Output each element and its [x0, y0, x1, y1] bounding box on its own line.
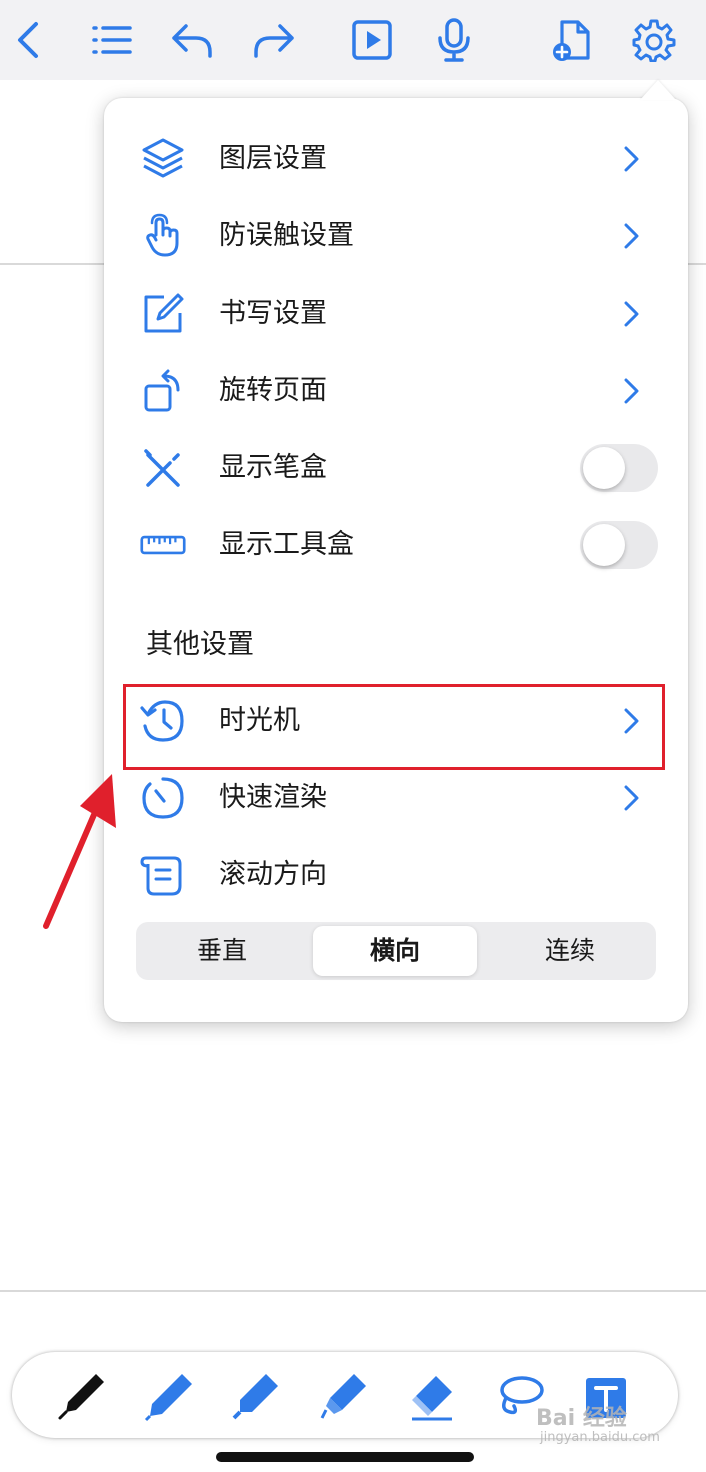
edit-square-icon	[138, 291, 188, 337]
menu-item-label: 显示工具盒	[219, 529, 354, 560]
home-indicator[interactable]	[216, 1452, 474, 1462]
menu-item-label: 滚动方向	[219, 859, 327, 890]
hand-touch-icon	[138, 213, 188, 259]
segment-continuous[interactable]: 连续	[484, 926, 656, 976]
menu-item-anti-touch[interactable]: 防误触设置	[104, 201, 688, 271]
layers-icon	[138, 136, 188, 182]
timer-icon	[138, 775, 188, 821]
chevron-right-icon	[624, 223, 639, 249]
chevron-right-icon	[624, 785, 639, 811]
eraser-icon[interactable]	[402, 1366, 462, 1426]
menu-item-writing[interactable]: 书写设置	[104, 279, 688, 349]
show-tool-box-toggle[interactable]	[580, 521, 658, 569]
watermark-sub: jingyan.baidu.com	[540, 1430, 660, 1445]
toggle-knob	[583, 524, 625, 566]
menu-item-layers[interactable]: 图层设置	[104, 124, 688, 194]
list-icon[interactable]	[86, 14, 138, 66]
chevron-right-icon	[624, 146, 639, 172]
settings-gear-icon[interactable]	[628, 14, 680, 66]
back-chevron-icon[interactable]	[4, 14, 56, 66]
show-pen-box-toggle[interactable]	[580, 444, 658, 492]
chevron-right-icon	[624, 301, 639, 327]
top-toolbar	[0, 0, 706, 80]
add-page-icon[interactable]	[546, 14, 598, 66]
highlighter-icon[interactable]	[314, 1366, 374, 1426]
undo-icon[interactable]	[166, 14, 218, 66]
rotate-page-icon	[138, 368, 188, 414]
highlight-annotation-box	[123, 684, 665, 770]
chevron-right-icon	[624, 378, 639, 404]
segment-horizontal[interactable]: 横向	[313, 926, 477, 976]
fountain-pen-icon[interactable]	[52, 1366, 112, 1426]
watermark-main: Bai 经验	[536, 1406, 627, 1431]
redo-icon[interactable]	[248, 14, 300, 66]
menu-item-show-pen-box: 显示笔盒	[104, 433, 688, 503]
menu-item-label: 书写设置	[219, 298, 327, 329]
menu-item-rotate-page[interactable]: 旋转页面	[104, 356, 688, 426]
toggle-knob	[583, 447, 625, 489]
page-divider-bottom	[0, 1290, 706, 1292]
annotation-arrow-icon	[43, 774, 116, 929]
menu-item-show-tool-box: 显示工具盒	[104, 510, 688, 580]
pencil-box-icon	[138, 445, 188, 491]
scroll-direction-segmented-control: 垂直 横向 连续	[136, 922, 656, 980]
section-title-other-settings: 其他设置	[146, 629, 254, 660]
menu-item-label: 图层设置	[219, 143, 327, 174]
popover-caret	[640, 80, 676, 100]
ruler-icon	[138, 522, 188, 568]
marker-icon[interactable]	[226, 1366, 286, 1426]
menu-item-label: 防误触设置	[219, 220, 354, 251]
segment-vertical[interactable]: 垂直	[136, 926, 308, 976]
menu-item-label: 显示笔盒	[219, 452, 327, 483]
watermark: Bai 经验 jingyan.baidu.com	[536, 1400, 666, 1448]
menu-item-fast-render[interactable]: 快速渲染	[104, 763, 688, 833]
menu-item-label: 旋转页面	[219, 375, 327, 406]
microphone-icon[interactable]	[428, 14, 480, 66]
pencil-icon[interactable]	[140, 1366, 200, 1426]
menu-item-scroll-direction: 滚动方向	[104, 840, 688, 910]
menu-item-label: 快速渲染	[219, 782, 327, 813]
scroll-icon	[138, 852, 188, 898]
play-icon[interactable]	[346, 14, 398, 66]
